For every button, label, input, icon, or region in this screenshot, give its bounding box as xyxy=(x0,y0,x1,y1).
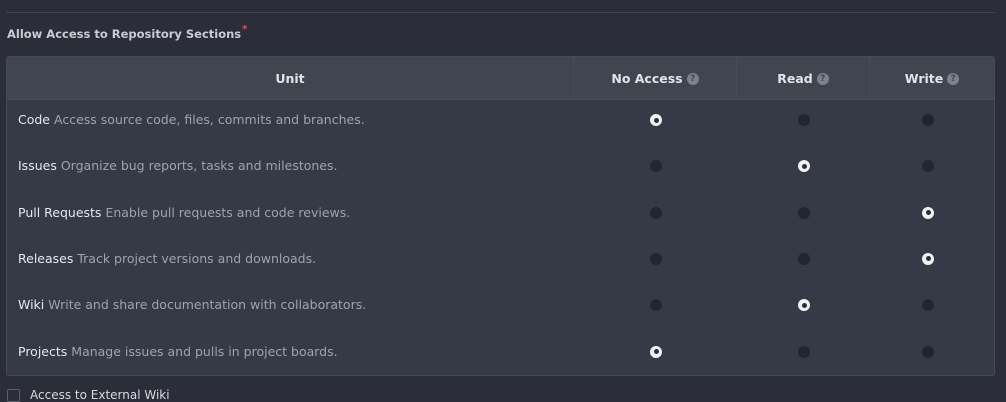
external-wiki-checkbox[interactable] xyxy=(7,389,20,402)
access-table: Unit No Access? Read? Write? Code Access … xyxy=(6,56,995,376)
unit-cell: Projects Manage issues and pulls in proje… xyxy=(18,332,338,376)
header-write-label: Write xyxy=(904,71,944,86)
radio-no-access[interactable] xyxy=(650,252,662,265)
help-icon[interactable]: ? xyxy=(686,72,699,85)
radio-write[interactable] xyxy=(922,206,934,219)
table-row: Releases Track project versions and downl… xyxy=(7,239,994,285)
unit-cell: Pull Requests Enable pull requests and co… xyxy=(18,193,350,239)
radio-no-access[interactable] xyxy=(650,160,662,173)
header-read-label: Read xyxy=(777,71,813,86)
table-row: Code Access source code, files, commits a… xyxy=(7,100,994,146)
unit-name: Code xyxy=(18,112,51,127)
unit-cell: Releases Track project versions and downl… xyxy=(18,239,316,285)
unit-description: Access source code, files, commits and b… xyxy=(54,112,365,127)
required-indicator: * xyxy=(242,24,248,35)
radio-write[interactable] xyxy=(922,299,934,312)
unit-cell: Wiki Write and share documentation with c… xyxy=(18,285,366,331)
radio-write[interactable] xyxy=(922,252,934,265)
unit-cell: Code Access source code, files, commits a… xyxy=(18,100,365,146)
radio-write[interactable] xyxy=(922,345,934,358)
header-unit: Unit xyxy=(7,57,574,100)
table-header: Unit No Access? Read? Write? xyxy=(7,57,994,100)
unit-description: Enable pull requests and code reviews. xyxy=(105,204,351,220)
unit-name: Issues xyxy=(18,158,57,174)
radio-read[interactable] xyxy=(798,160,810,173)
top-divider xyxy=(6,12,996,13)
radio-no-access[interactable] xyxy=(650,206,662,219)
radio-no-access[interactable] xyxy=(650,299,662,312)
radio-no-access[interactable] xyxy=(650,114,662,126)
table-row: Wiki Write and share documentation with c… xyxy=(7,285,994,331)
header-no-access-label: No Access xyxy=(611,71,683,86)
unit-description: Organize bug reports, tasks and mileston… xyxy=(60,158,338,174)
radio-read[interactable] xyxy=(798,345,810,358)
external-wiki-label: Access to External Wiki xyxy=(30,388,170,402)
help-icon[interactable]: ? xyxy=(816,72,829,85)
radio-write[interactable] xyxy=(922,114,934,126)
unit-description: Write and share documentation with colla… xyxy=(48,297,367,313)
section-label: Allow Access to Repository Sections* xyxy=(7,24,248,41)
unit-name: Releases xyxy=(18,250,74,266)
table-row: Projects Manage issues and pulls in proje… xyxy=(7,332,994,376)
radio-read[interactable] xyxy=(798,299,810,312)
radio-write[interactable] xyxy=(922,160,934,173)
unit-cell: Issues Organize bug reports, tasks and mi… xyxy=(18,146,337,192)
radio-read[interactable] xyxy=(798,206,810,219)
radio-read[interactable] xyxy=(798,252,810,265)
header-unit-label: Unit xyxy=(275,71,305,86)
unit-description: Track project versions and downloads. xyxy=(77,250,317,266)
radio-no-access[interactable] xyxy=(650,345,662,358)
radio-read[interactable] xyxy=(798,114,810,126)
unit-name: Projects xyxy=(18,343,68,359)
header-write: Write? xyxy=(870,57,994,100)
header-no-access: No Access? xyxy=(574,57,737,100)
header-read: Read? xyxy=(737,57,870,100)
unit-name: Wiki xyxy=(18,297,45,313)
section-label-text: Allow Access to Repository Sections xyxy=(7,27,242,41)
help-icon[interactable]: ? xyxy=(947,72,960,85)
table-row: Pull Requests Enable pull requests and co… xyxy=(7,193,994,239)
table-row: Issues Organize bug reports, tasks and mi… xyxy=(7,146,994,192)
unit-name: Pull Requests xyxy=(18,204,102,220)
unit-description: Manage issues and pulls in project board… xyxy=(71,343,338,359)
